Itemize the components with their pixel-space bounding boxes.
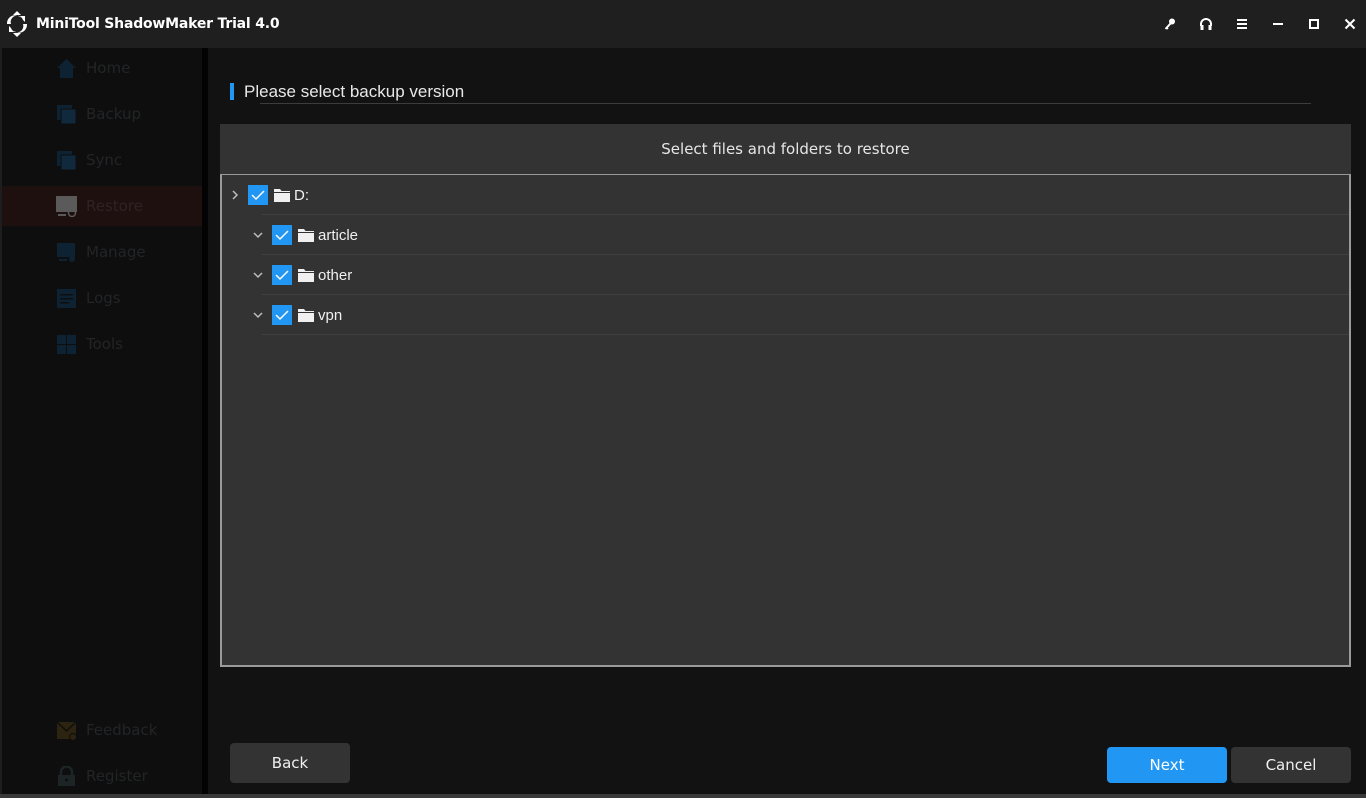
maximize-icon <box>1309 19 1319 29</box>
menu-icon <box>1237 19 1247 29</box>
folder-icon <box>298 229 314 242</box>
sidebar-item-label: Register <box>86 767 148 785</box>
chevron-right-icon <box>232 190 239 200</box>
sidebar-item-label: Logs <box>86 289 121 307</box>
sidebar-item-label: Home <box>86 59 131 77</box>
restore-icon <box>56 195 77 217</box>
sidebar-item-logs[interactable]: Logs <box>2 278 202 318</box>
sidebar-item-label: Feedback <box>86 721 158 739</box>
next-button[interactable]: Next <box>1107 747 1227 783</box>
tree-label: other <box>318 267 353 284</box>
row-divider <box>262 334 1349 335</box>
back-button[interactable]: Back <box>230 743 350 783</box>
folder-icon <box>298 309 314 322</box>
sync-icon <box>57 150 77 170</box>
file-tree[interactable]: D: article other vpn <box>220 174 1351 667</box>
title-divider <box>260 103 1311 104</box>
checkmark-icon <box>275 270 289 281</box>
checkbox[interactable] <box>272 265 292 285</box>
sidebar-item-register[interactable]: Register <box>2 756 202 796</box>
tools-icon <box>57 334 76 354</box>
tree-row-vpn[interactable]: vpn <box>222 295 1349 335</box>
app-title: MiniTool ShadowMaker Trial 4.0 <box>36 16 280 32</box>
section-accent-bar <box>230 83 234 100</box>
tree-label: vpn <box>318 307 343 324</box>
headset-icon <box>1200 18 1212 30</box>
manage-icon <box>57 242 75 262</box>
app-logo-icon <box>6 11 28 37</box>
close-button[interactable] <box>1340 14 1360 34</box>
checkmark-icon <box>251 190 265 201</box>
collapse-button[interactable] <box>252 269 264 281</box>
checkmark-icon <box>275 230 289 241</box>
tree-label: D: <box>294 187 309 204</box>
checkbox[interactable] <box>248 185 268 205</box>
tree-row-d[interactable]: D: <box>222 175 1349 215</box>
folder-icon <box>274 189 290 202</box>
sidebar-item-home[interactable]: Home <box>2 48 202 88</box>
title-bar: MiniTool ShadowMaker Trial 4.0 <box>0 0 1366 48</box>
sidebar-item-label: Backup <box>86 105 141 123</box>
sidebar-item-tools[interactable]: Tools <box>2 324 202 364</box>
chevron-down-icon <box>253 232 263 239</box>
window-bottom-edge <box>0 794 1366 798</box>
checkbox[interactable] <box>272 225 292 245</box>
sidebar-item-label: Tools <box>86 335 123 353</box>
support-button[interactable] <box>1196 14 1216 34</box>
checkbox[interactable] <box>272 305 292 325</box>
maximize-button[interactable] <box>1304 14 1324 34</box>
expand-button[interactable] <box>229 189 241 201</box>
sidebar-item-label: Restore <box>86 197 143 215</box>
chevron-down-icon <box>253 272 263 279</box>
folder-icon <box>298 269 314 282</box>
sidebar-item-restore[interactable]: Restore <box>2 186 202 226</box>
sidebar-item-feedback[interactable]: Feedback <box>2 710 202 750</box>
sidebar-item-manage[interactable]: Manage <box>2 232 202 272</box>
checkmark-icon <box>275 310 289 321</box>
collapse-button[interactable] <box>252 309 264 321</box>
restore-panel: Select files and folders to restore D: a… <box>220 124 1351 667</box>
panel-header: Select files and folders to restore <box>661 140 910 158</box>
sidebar-item-label: Sync <box>86 151 123 169</box>
tree-label: article <box>318 227 359 244</box>
sidebar: Home Backup Sync Restore Manage Logs Too… <box>2 48 202 794</box>
sidebar-item-label: Manage <box>86 243 146 261</box>
sidebar-item-sync[interactable]: Sync <box>2 140 202 180</box>
logs-icon <box>57 288 76 308</box>
tree-row-article[interactable]: article <box>222 215 1349 255</box>
close-icon <box>1344 18 1356 30</box>
menu-button[interactable] <box>1232 14 1252 34</box>
minimize-button[interactable] <box>1268 14 1288 34</box>
key-icon <box>1164 18 1175 30</box>
home-icon <box>57 58 76 78</box>
key-button[interactable] <box>1160 14 1180 34</box>
minimize-icon <box>1273 23 1283 25</box>
sidebar-item-backup[interactable]: Backup <box>2 94 202 134</box>
chevron-down-icon <box>253 312 263 319</box>
cancel-button[interactable]: Cancel <box>1231 747 1351 783</box>
feedback-icon <box>56 720 77 741</box>
collapse-button[interactable] <box>252 229 264 241</box>
backup-icon <box>57 104 77 124</box>
lock-icon <box>58 765 75 786</box>
dialog-title: Please select backup version <box>244 82 465 101</box>
tree-row-other[interactable]: other <box>222 255 1349 295</box>
